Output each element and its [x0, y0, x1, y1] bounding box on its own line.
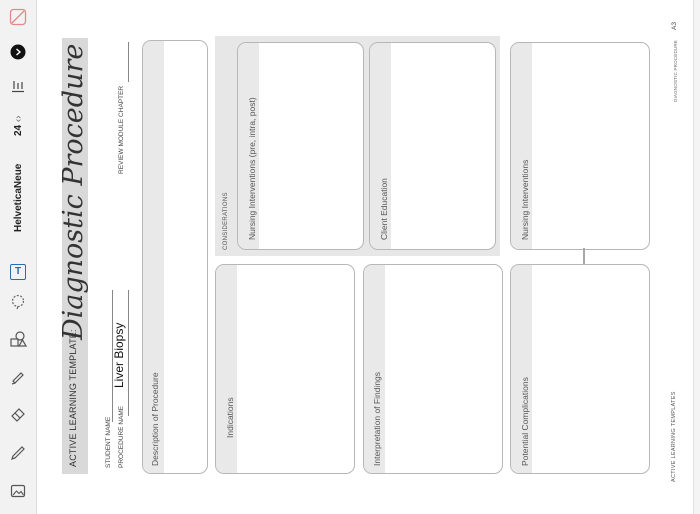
font-name-button[interactable]: HelveticaNeue	[0, 160, 36, 246]
highlighter-tool-icon[interactable]	[0, 364, 36, 390]
page-title: Diagnostic Procedure	[58, 43, 89, 340]
footer-right: DIAGNOSTIC PROCEDURE	[673, 39, 678, 102]
shapes-tool-icon[interactable]	[0, 326, 36, 352]
procedure-name-value[interactable]: Liver Biopsy	[112, 323, 126, 388]
review-module-line	[128, 42, 129, 82]
interpretation-box[interactable]	[363, 264, 503, 474]
connector-line	[583, 248, 585, 264]
complications-label: Potential Complications	[520, 377, 530, 466]
right-scroll-edge	[693, 0, 700, 514]
annotation-toolbar: 24 ‹› HelveticaNeue T	[0, 0, 37, 514]
nursing-interventions-label: Nursing Interventions	[520, 159, 530, 240]
box-strip	[216, 265, 237, 473]
text-tool-icon[interactable]: T	[0, 260, 36, 284]
procedure-name-label: PROCEDURE NAME	[118, 405, 125, 468]
client-education-label: Client Education	[379, 178, 389, 240]
font-size-value: 24	[13, 124, 24, 136]
eraser-tool-icon[interactable]	[0, 400, 36, 426]
nursing-pre-intra-post-label: Nursing Interventions (pre, intra, post)	[247, 97, 257, 240]
font-size-stepper[interactable]: 24 ‹›	[0, 108, 36, 148]
student-name-label: STUDENT NAME	[105, 416, 112, 468]
font-size-arrows[interactable]: ‹›	[13, 115, 24, 122]
pencil-tool-icon[interactable]	[0, 438, 36, 464]
indications-label: Indications	[225, 397, 235, 438]
color-picker-icon[interactable]	[0, 40, 36, 64]
considerations-label: CONSIDERATIONS	[223, 192, 229, 250]
image-tool-icon[interactable]	[0, 478, 36, 504]
complications-box[interactable]	[510, 264, 650, 474]
indications-box[interactable]	[215, 264, 355, 474]
template-label: ACTIVE LEARNING TEMPLATE:	[68, 329, 78, 467]
text-tool-glyph: T	[10, 264, 26, 280]
footer-page-number: A3	[671, 22, 678, 30]
interpretation-label: Interpretation of Findings	[372, 371, 382, 466]
font-name-label: HelveticaNeue	[13, 163, 24, 232]
description-label: Description of Procedure	[150, 372, 160, 466]
procedure-name-line	[128, 290, 129, 416]
text-options-icon[interactable]	[0, 72, 36, 100]
close-tool-icon[interactable]	[0, 4, 36, 30]
footer-left: ACTIVE LEARNING TEMPLATES	[671, 391, 677, 482]
review-module-label: REVIEW MODULE CHAPTER	[118, 85, 125, 174]
lasso-tool-icon[interactable]	[0, 290, 36, 314]
nursing-interventions-box[interactable]	[510, 42, 650, 250]
